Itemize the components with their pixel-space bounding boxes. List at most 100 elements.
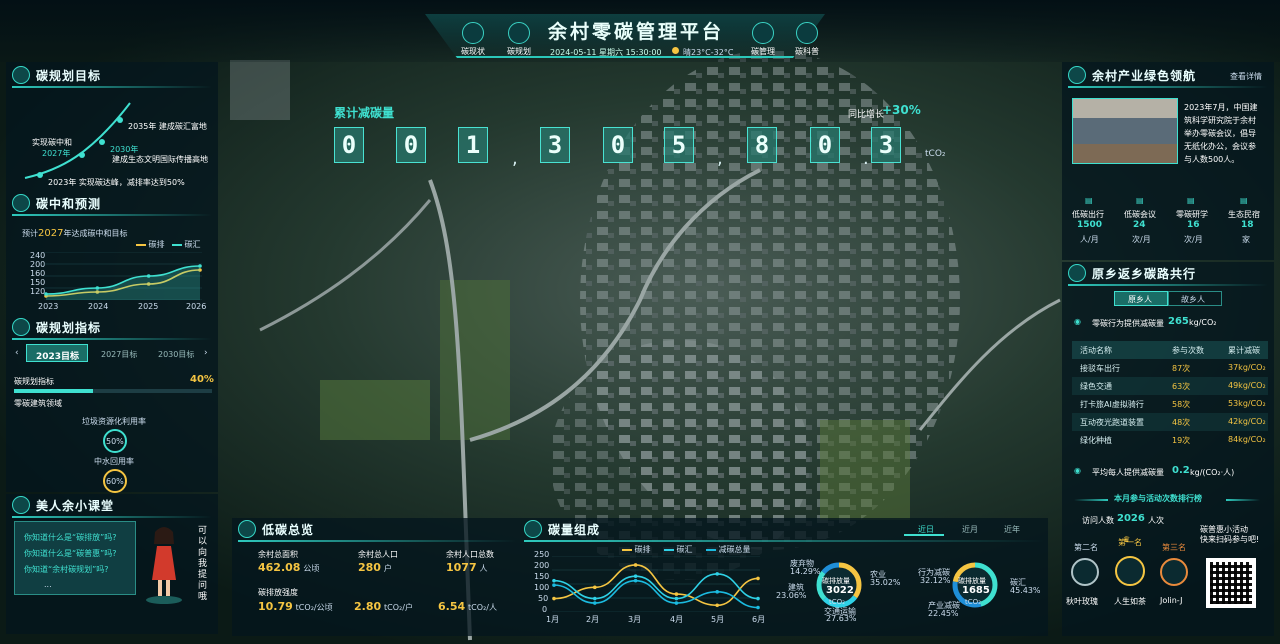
intensity-2: 2.80 tCO₂/户	[354, 600, 413, 613]
counter-digit: 0	[396, 127, 426, 163]
ring2-label: 中水回用率	[94, 457, 134, 466]
yoy-value: +30%	[882, 103, 921, 117]
data-point[interactable]	[715, 590, 719, 594]
data-point[interactable]	[552, 578, 556, 583]
data-point[interactable]	[633, 574, 638, 578]
datetime: 2024-05-11 星期六 15:30:00	[550, 48, 662, 57]
data-point[interactable]	[44, 292, 48, 296]
data-point[interactable]	[593, 601, 597, 605]
data-point[interactable]	[552, 596, 556, 601]
ring2-value: 60%	[106, 477, 124, 486]
comp-ytick: 50	[538, 594, 549, 603]
counter-digit: 0	[810, 127, 840, 163]
summary-label: 零碳行为提供减碳量	[1092, 319, 1164, 328]
data-point[interactable]	[715, 572, 719, 576]
news-photo	[1072, 98, 1178, 164]
counter-digit: 3	[871, 127, 901, 163]
goal-2023: 2023年 实现碳达峰，减排率达到50%	[48, 178, 185, 187]
forecast-ytick: 150	[30, 278, 46, 287]
stat-unit: 次/月	[1132, 235, 1151, 244]
data-point[interactable]	[95, 286, 100, 290]
data-point[interactable]	[593, 585, 597, 590]
data-point[interactable]	[674, 596, 679, 601]
rank-3-place: 第三名	[1162, 543, 1186, 552]
rank-title: 本月参与活动次数排行榜	[1114, 494, 1202, 503]
comp-ytick: 0	[542, 605, 548, 614]
data-point[interactable]	[552, 583, 556, 587]
table-header: 活动名称 参与次数 累计减碳	[1072, 341, 1268, 359]
ring1-label: 垃圾资源化利用率	[82, 417, 146, 426]
news-more-link[interactable]: 查看详情	[1230, 71, 1262, 82]
table-row[interactable]: 互动夜光跑道装置 48次 42kg/CO₂	[1072, 413, 1268, 431]
forecast-xtick: 2026	[186, 302, 207, 311]
forecast-chart	[44, 252, 202, 300]
lightbulb-icon	[12, 496, 30, 514]
series-line-碳排	[553, 564, 759, 607]
tab-2027[interactable]: 2027目标	[101, 349, 137, 360]
tabs-next-icon[interactable]: ›	[204, 348, 208, 358]
question-3[interactable]: 你知道“余村碳规划”吗?	[24, 564, 109, 575]
donut1-l2v: 35.02%	[870, 578, 901, 587]
nav-label: 碳现状	[461, 47, 485, 56]
people-label: 余村人口总数	[446, 550, 494, 559]
data-point[interactable]	[633, 578, 638, 583]
forecast-legend-sink: 碳汇	[172, 239, 201, 250]
area-label: 余村总面积	[258, 550, 298, 559]
data-point[interactable]	[715, 603, 719, 608]
stat-value: 1500	[1077, 220, 1103, 230]
stat-unit: 次/月	[1184, 235, 1203, 244]
ask-me-hint: 可以向我提问哦	[198, 526, 208, 602]
counter-digit: 0	[603, 127, 633, 163]
lowcarbon-header: 低碳总览	[238, 518, 314, 540]
data-point[interactable]	[756, 605, 760, 610]
goal-underline	[12, 86, 212, 88]
donut2-value: 1685	[962, 585, 990, 596]
forecast-icon	[12, 194, 30, 212]
donut1-l4v: 27.63%	[826, 614, 857, 623]
nav-carbon-status[interactable]: 碳现状	[458, 22, 488, 57]
avg-value: 0.2	[1172, 465, 1190, 476]
data-point[interactable]	[593, 596, 597, 601]
nav-carbon-manage[interactable]: 碳管理	[748, 22, 778, 57]
tab-locals-label: 原乡人	[1128, 295, 1152, 304]
data-point[interactable]	[198, 264, 202, 268]
tabs-prev-icon[interactable]: ‹	[15, 348, 19, 358]
data-point[interactable]	[146, 274, 151, 278]
question-2[interactable]: 你知道什么是“碳普惠”吗?	[24, 548, 117, 559]
stat-icon: ▤	[1085, 196, 1093, 205]
series-area	[46, 266, 200, 300]
question-more: ...	[44, 580, 52, 589]
forecast-legend-emit: 碳排	[136, 239, 165, 250]
tab-2030[interactable]: 2030目标	[158, 349, 194, 360]
page-title: 余村零碳管理平台	[548, 21, 725, 43]
data-point[interactable]	[674, 601, 679, 605]
tab-month[interactable]: 近月	[962, 524, 978, 535]
forecast-ytick: 120	[30, 287, 46, 296]
forecast-header: 碳中和预测	[12, 192, 101, 214]
coop-header: 原乡返乡碳路共行	[1068, 262, 1196, 284]
data-point[interactable]	[756, 576, 760, 581]
qr-code[interactable]	[1206, 558, 1256, 608]
forecast-xtick: 2023	[38, 302, 59, 311]
nav-carbon-science[interactable]: 碳科普	[792, 22, 822, 57]
question-1[interactable]: 你知道什么是“碳排放”吗?	[24, 532, 117, 543]
data-point[interactable]	[756, 596, 760, 601]
pie-icon	[524, 520, 542, 538]
nav-carbon-plan[interactable]: 碳规划	[504, 22, 534, 57]
table-row[interactable]: 绿化种植 19次 84kg/CO₂	[1072, 431, 1268, 449]
comp-legend-sink: 碳汇	[664, 544, 693, 555]
table-row[interactable]: 打卡旅AI虚拟骑行 58次 53kg/CO₂	[1072, 395, 1268, 413]
data-point[interactable]	[674, 592, 679, 596]
nav-label: 碳规划	[507, 47, 531, 56]
donut2-unit: tCO₂	[965, 598, 981, 606]
intensity-label: 碳排放强度	[258, 588, 298, 597]
data-point[interactable]	[633, 563, 638, 567]
table-row[interactable]: 接驳车出行 87次 37kg/CO₂	[1072, 359, 1268, 377]
rank-line	[1226, 499, 1260, 501]
tab-year[interactable]: 近年	[1004, 524, 1020, 535]
table-row[interactable]: 绿色交通 63次 49kg/CO₂	[1072, 377, 1268, 395]
news-underline	[1068, 86, 1268, 88]
news-text-3: 举办零碳会议，倡导	[1184, 129, 1256, 138]
yoy-label: 同比增长	[848, 110, 885, 120]
comp-ytick: 250	[534, 550, 550, 559]
